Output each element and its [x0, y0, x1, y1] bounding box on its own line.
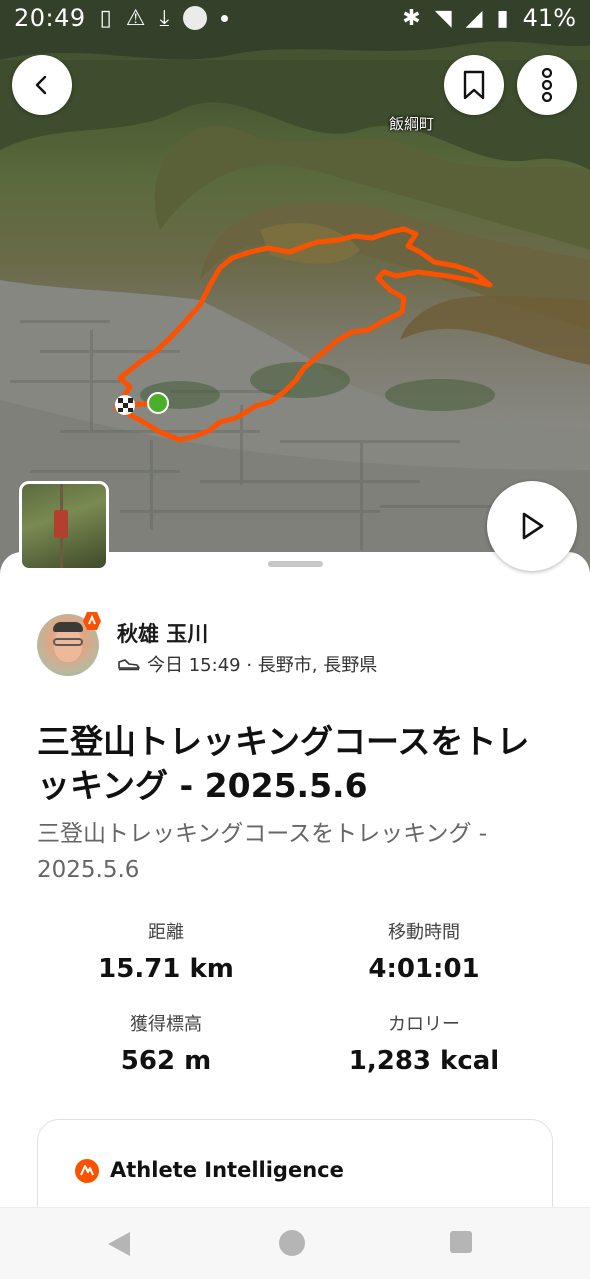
- stat-value: 4:01:01: [368, 954, 480, 984]
- start-marker: [147, 392, 169, 414]
- nav-back-icon[interactable]: [108, 1232, 130, 1256]
- subscriber-badge-icon: [83, 612, 101, 630]
- map-place-label: 飯綱町: [389, 115, 435, 133]
- download-icon: ⤓: [159, 5, 170, 31]
- avatar-hair: [53, 622, 83, 632]
- battery-percent: 41%: [522, 4, 576, 32]
- activity-details-sheet[interactable]: 秋雄 玉川 今日 15:49 · 長野市, 長野県 三登山トレッキングコースをト…: [0, 552, 590, 1212]
- athlete-intelligence-icon: [75, 1159, 99, 1183]
- stat-value: 15.71 km: [98, 954, 234, 984]
- stat-label: 移動時間: [388, 922, 460, 943]
- wifi-icon: ◥: [434, 5, 452, 31]
- stat-label: カロリー: [388, 1014, 460, 1035]
- shoe-icon: [118, 659, 140, 671]
- stat-moving-time: 移動時間 4:01:01: [294, 920, 554, 989]
- activity-description: 三登山トレッキングコースをトレッキング - 2025.5.6: [37, 821, 488, 883]
- stat-calories: カロリー 1,283 kcal: [294, 1012, 554, 1081]
- sheet-drag-handle[interactable]: [268, 561, 323, 567]
- bookmark-button[interactable]: [444, 55, 504, 115]
- stat-distance: 距離 15.71 km: [36, 920, 296, 989]
- sim-icon: ▯: [99, 5, 112, 31]
- status-time: 20:49: [14, 4, 86, 32]
- avatar[interactable]: [37, 612, 101, 676]
- alert-icon: ⚠: [125, 5, 146, 31]
- bluetooth-icon: ✱: [402, 5, 421, 31]
- route-map[interactable]: 飯綱町 20:49 ▯ ⚠ ⤓ ✱ ◥ ◢ ▮ 41%: [0, 0, 590, 590]
- status-bar: 20:49 ▯ ⚠ ⤓ ✱ ◥ ◢ ▮ 41%: [0, 0, 590, 36]
- play-icon: [522, 512, 544, 540]
- battery-icon: ▮: [496, 5, 509, 31]
- activity-photo-thumbnail[interactable]: [19, 481, 109, 571]
- bookmark-icon: [463, 70, 485, 100]
- activity-title: 三登山トレッキングコースをトレッキング - 2025.5.6: [37, 722, 530, 805]
- avatar-glasses: [53, 638, 83, 646]
- nav-recents-icon[interactable]: [450, 1231, 472, 1253]
- photo-sign: [54, 510, 68, 538]
- flyover-play-button[interactable]: [487, 481, 577, 571]
- stat-value: 1,283 kcal: [348, 1046, 500, 1076]
- finish-marker: [115, 395, 135, 415]
- more-vertical-icon: [541, 68, 553, 102]
- stat-label: 距離: [148, 922, 184, 943]
- stat-elevation-gain: 獲得標高 562 m: [36, 1012, 296, 1081]
- stat-value: 562 m: [120, 1046, 212, 1076]
- athlete-header[interactable]: 秋雄 玉川 今日 15:49 · 長野市, 長野県: [37, 612, 557, 678]
- nav-home-icon[interactable]: [279, 1230, 305, 1256]
- chevron-left-icon: [35, 75, 47, 95]
- more-options-button[interactable]: [517, 55, 577, 115]
- back-button[interactable]: [12, 55, 72, 115]
- signal-icon: ◢: [465, 5, 483, 31]
- system-navigation-bar: [0, 1207, 590, 1279]
- stat-label: 獲得標高: [130, 1014, 202, 1035]
- athlete-intelligence-title: Athlete Intelligence: [110, 1158, 344, 1182]
- athlete-intelligence-card[interactable]: Athlete Intelligence: [37, 1119, 553, 1212]
- activity-meta-text: 今日 15:49 · 長野市, 長野県: [147, 655, 378, 676]
- athlete-name[interactable]: 秋雄 玉川: [117, 618, 208, 648]
- notification-icon: [183, 6, 208, 30]
- activity-meta: 今日 15:49 · 長野市, 長野県: [117, 651, 377, 677]
- more-notifications-icon: [221, 14, 229, 22]
